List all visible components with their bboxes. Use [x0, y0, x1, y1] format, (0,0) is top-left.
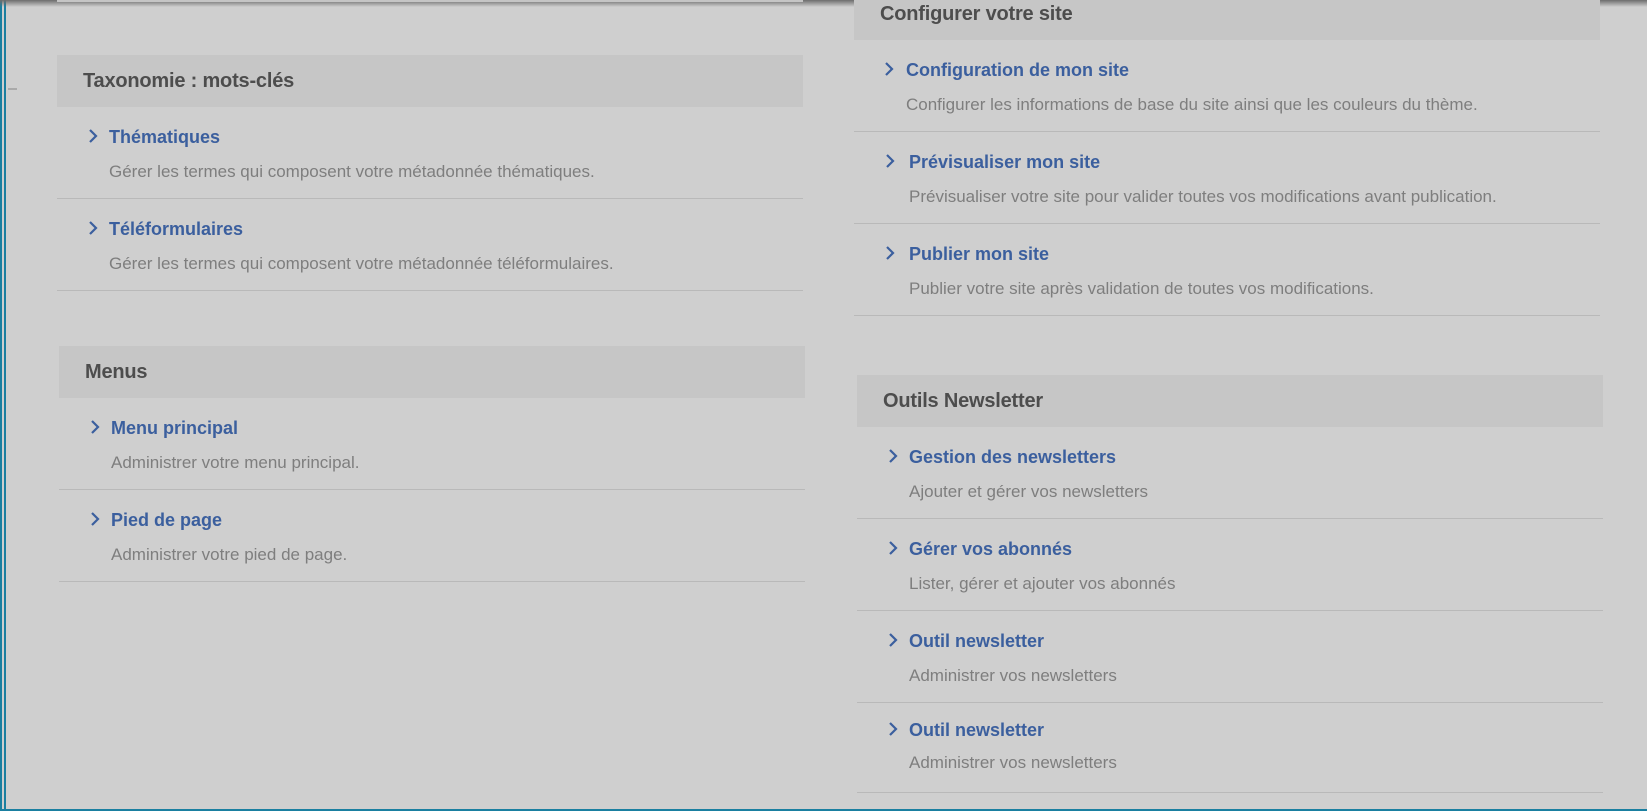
- list-item: Menu principal Administrer votre menu pr…: [59, 398, 805, 490]
- configure-site-panel: Configurer votre site Configuration de m…: [854, 0, 1600, 316]
- chevron-right-icon[interactable]: [883, 153, 897, 169]
- item-link-configuration[interactable]: Configuration de mon site: [906, 60, 1129, 81]
- list-item: Thématiques Gérer les termes qui compose…: [57, 107, 803, 199]
- item-link-gerer-abonnes[interactable]: Gérer vos abonnés: [909, 539, 1072, 560]
- item-link-outil-newsletter[interactable]: Outil newsletter: [909, 631, 1044, 652]
- panel-title: Menus: [85, 360, 148, 383]
- item-description: Gérer les termes qui composent votre mét…: [109, 162, 595, 181]
- chevron-right-icon[interactable]: [88, 419, 102, 435]
- chevron-right-icon[interactable]: [886, 448, 900, 464]
- item-link-thematiques[interactable]: Thématiques: [109, 127, 220, 148]
- panel-header: Taxonomie : mots-clés: [57, 55, 803, 107]
- item-link-gestion-newsletters[interactable]: Gestion des newsletters: [909, 447, 1116, 468]
- chevron-right-icon[interactable]: [886, 632, 900, 648]
- chevron-right-icon[interactable]: [88, 511, 102, 527]
- panel-header: Configurer votre site: [854, 0, 1600, 40]
- item-link-outil-newsletter-2[interactable]: Outil newsletter: [909, 720, 1044, 741]
- item-description: Gérer les termes qui composent votre mét…: [109, 254, 614, 273]
- list-item: Publier mon site Publier votre site aprè…: [854, 224, 1600, 316]
- item-link-menu-principal[interactable]: Menu principal: [111, 418, 238, 439]
- item-description: Prévisualiser votre site pour valider to…: [909, 187, 1497, 206]
- panel-header: Outils Newsletter: [857, 375, 1603, 427]
- list-item: Téléformulaires Gérer les termes qui com…: [57, 199, 803, 291]
- chevron-right-icon[interactable]: [886, 540, 900, 556]
- menus-panel: Menus Menu principal Administrer votre m…: [59, 346, 805, 582]
- scroll-marker: [8, 88, 17, 90]
- divider: [57, 0, 803, 2]
- item-description: Administrer votre menu principal.: [111, 453, 360, 472]
- panel-title: Configurer votre site: [880, 2, 1073, 25]
- panel-title: Taxonomie : mots-clés: [83, 69, 295, 92]
- item-description: Administrer votre pied de page.: [111, 545, 348, 564]
- item-link-teleformulaires[interactable]: Téléformulaires: [109, 219, 243, 240]
- item-description: Configurer les informations de base du s…: [906, 95, 1478, 114]
- taxonomy-panel: Taxonomie : mots-clés Thématiques Gérer …: [57, 55, 803, 291]
- list-item: Gérer vos abonnés Lister, gérer et ajout…: [857, 519, 1603, 611]
- list-item: Outil newsletter Administrer vos newslet…: [857, 611, 1603, 703]
- chevron-right-icon[interactable]: [883, 245, 897, 261]
- item-description: Administrer vos newsletters: [909, 753, 1117, 772]
- chevron-right-icon[interactable]: [86, 220, 100, 236]
- item-link-publier[interactable]: Publier mon site: [909, 244, 1049, 265]
- list-item: Prévisualiser mon site Prévisualiser vot…: [854, 132, 1600, 224]
- panel-title: Outils Newsletter: [883, 389, 1043, 412]
- item-link-previsualiser[interactable]: Prévisualiser mon site: [909, 152, 1100, 173]
- item-link-pied-de-page[interactable]: Pied de page: [111, 510, 222, 531]
- item-description: Lister, gérer et ajouter vos abonnés: [909, 574, 1176, 593]
- newsletter-tools-panel: Outils Newsletter Gestion des newsletter…: [857, 375, 1603, 793]
- item-description: Administrer vos newsletters: [909, 666, 1117, 685]
- list-item: Pied de page Administrer votre pied de p…: [59, 490, 805, 582]
- chevron-right-icon[interactable]: [86, 128, 100, 144]
- list-item: Gestion des newsletters Ajouter et gérer…: [857, 427, 1603, 519]
- chevron-right-icon[interactable]: [886, 721, 900, 737]
- panel-header: Menus: [59, 346, 805, 398]
- chevron-right-icon[interactable]: [882, 61, 896, 77]
- list-item: Configuration de mon site Configurer les…: [854, 40, 1600, 132]
- window-left-border: [0, 0, 6, 811]
- list-item: Outil newsletter Administrer vos newslet…: [857, 703, 1603, 793]
- item-description: Ajouter et gérer vos newsletters: [909, 482, 1149, 501]
- item-description: Publier votre site après validation de t…: [909, 279, 1374, 298]
